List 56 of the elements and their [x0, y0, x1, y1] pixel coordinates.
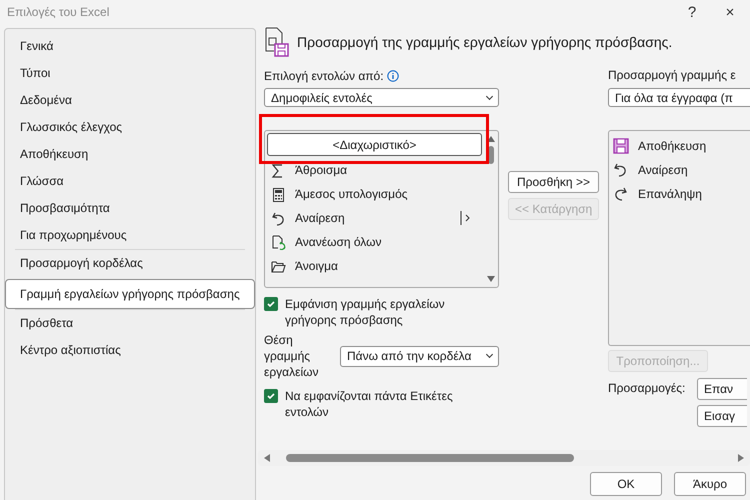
commands-dropdown[interactable]: Δημοφιλείς εντολές	[264, 88, 499, 107]
checkbox[interactable]	[264, 297, 278, 311]
add-button[interactable]: Προσθήκη >>	[508, 171, 599, 193]
sidebar-item[interactable]: Κέντρο αξιοπιστίας	[6, 337, 254, 364]
checkbox-label: Εμφάνιση γραμμής εργαλείων γρήγορης πρόσβασης	[285, 296, 446, 328]
position-dropdown[interactable]: Πάνω από την κορδέλα	[340, 346, 499, 366]
scroll-down-icon[interactable]	[487, 276, 495, 282]
window-title: Επιλογές του Excel	[7, 5, 110, 19]
list-item[interactable]: Άνοιγμα	[265, 254, 484, 278]
cancel-button[interactable]: Άκυρο	[674, 472, 746, 496]
customization-button[interactable]: Επαν	[697, 378, 747, 400]
save-icon	[613, 138, 629, 154]
sidebar-item[interactable]: Για προχωρημένους	[6, 222, 254, 249]
ok-button[interactable]: OK	[590, 472, 662, 496]
field-label: Επιλογή εντολών από:	[264, 69, 384, 83]
redo-icon	[613, 186, 629, 202]
list-item[interactable]: Αποθήκευση	[609, 134, 750, 158]
sidebar-item[interactable]: Γλώσσα	[6, 168, 254, 195]
toolbar-save-icon	[264, 27, 290, 57]
command-icon	[271, 234, 286, 250]
scope-dropdown[interactable]: Για όλα τα έγγραφα (π	[608, 88, 750, 107]
scroll-right-icon[interactable]	[738, 454, 744, 462]
checkbox-label: Να εμφανίζονται πάντα Ετικέτες εντολών	[285, 388, 454, 420]
info-icon[interactable]	[386, 70, 399, 82]
list-item[interactable]: Άμεσος υπολογισμός	[265, 182, 484, 206]
scroll-left-icon[interactable]	[264, 454, 270, 462]
sidebar-item[interactable]: Δεδομένα	[6, 87, 254, 114]
checkmark-icon	[266, 391, 276, 401]
field-label: Θέση γραμμής εργαλείων	[264, 332, 320, 380]
command-icon	[271, 186, 286, 202]
list-item[interactable]: Ανανέωση όλων	[265, 230, 484, 254]
command-icon	[271, 258, 286, 274]
list-item[interactable]: Αναίρεση	[609, 158, 750, 182]
sidebar-item[interactable]: Γραμμή εργαλείων γρήγορης πρόσβασης	[5, 279, 255, 309]
list-item[interactable]: <Διαχωριστικό>	[267, 133, 482, 156]
sidebar-item[interactable]: Τύποι	[6, 60, 254, 87]
list-item[interactable]: Άθροισμα	[265, 158, 484, 182]
list-item[interactable]: Επανάληψη	[609, 182, 750, 206]
close-button[interactable]: ×	[712, 4, 748, 20]
sidebar-item[interactable]: Γενικά	[6, 33, 254, 60]
field-label: Προσαρμογές:	[608, 381, 686, 395]
checkmark-icon	[266, 299, 276, 309]
sidebar-item[interactable]: Προσβασιμότητα	[6, 195, 254, 222]
checkbox[interactable]	[264, 389, 278, 403]
scroll-up-icon[interactable]	[487, 136, 495, 142]
field-label: Προσαρμογή γραμμής ε	[608, 68, 737, 84]
sidebar-item[interactable]: Πρόσθετα	[6, 310, 254, 337]
command-icon	[271, 210, 286, 226]
list-item[interactable]: Αναίρεση	[265, 206, 484, 230]
sidebar-item[interactable]: Αποθήκευση	[6, 141, 254, 168]
help-button[interactable]: ?	[674, 4, 710, 20]
sidebar-item[interactable]: Προσαρμογή κορδέλας	[6, 250, 254, 277]
sidebar-item[interactable]: Γλωσσικός έλεγχος	[6, 114, 254, 141]
section-title: Προσαρμογή της γραμμής εργαλείων γρήγορης πρόσβασης.	[297, 34, 672, 50]
customization-button[interactable]: Εισαγ	[697, 405, 747, 427]
scrollbar-thumb[interactable]	[286, 454, 574, 462]
